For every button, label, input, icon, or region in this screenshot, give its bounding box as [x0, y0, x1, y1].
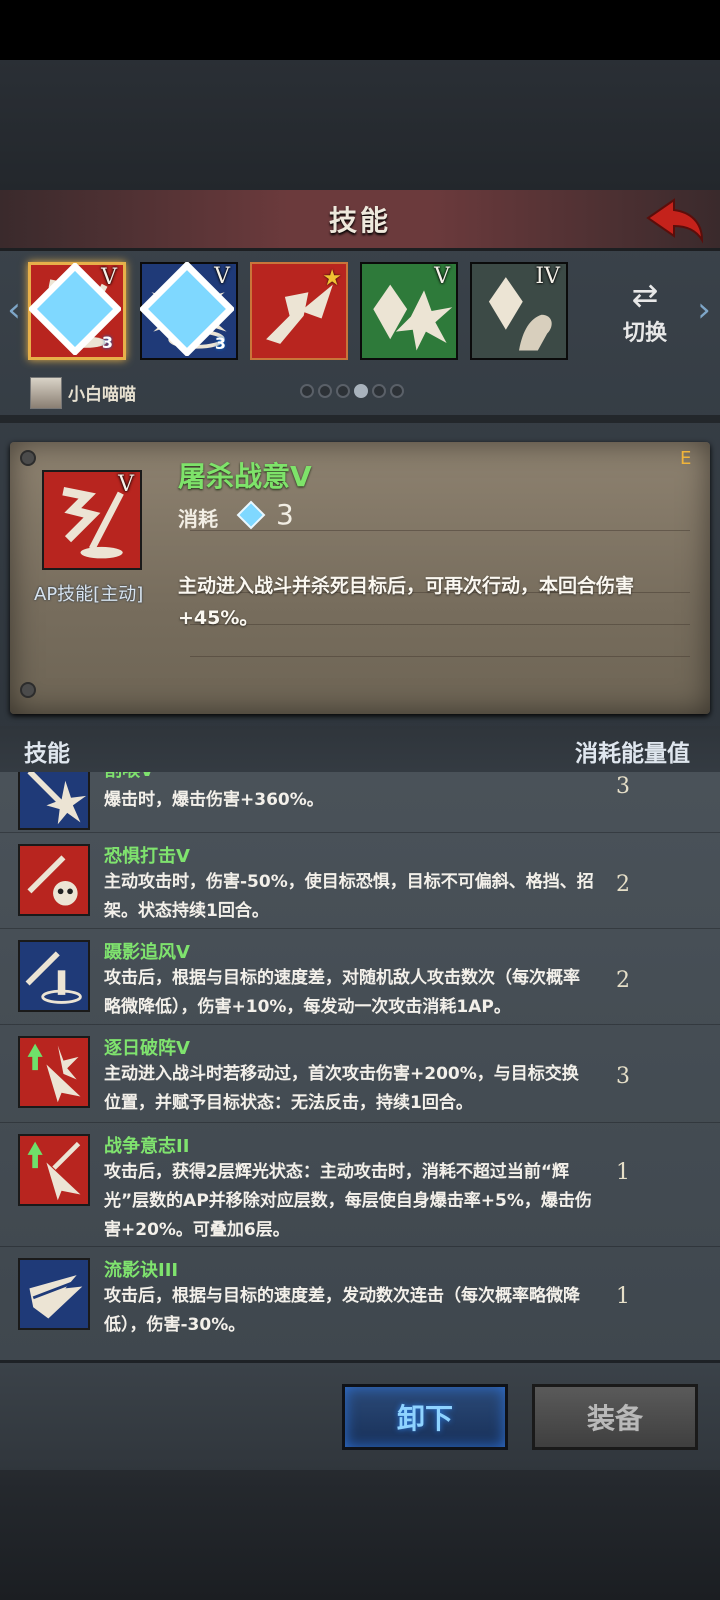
skill-slot-4[interactable]: V [360, 262, 458, 360]
list-item[interactable]: 战争意志II 攻击后，获得2层辉光状态：主动攻击时，消耗不超过当前“辉光”层数的… [0, 1122, 720, 1247]
skill-description: 主动攻击时，伤害-50%，使目标恐惧，目标不可偏斜、格挡、招架。状态持续1回合。 [104, 872, 594, 921]
cost-label: 消耗 [178, 507, 218, 531]
page-dot[interactable] [390, 384, 404, 398]
flowing-shadow-icon [18, 1258, 90, 1330]
skill-type-label: AP技能[主动] [34, 584, 144, 605]
page-title: 技能 [328, 204, 391, 237]
page-dot[interactable] [300, 384, 314, 398]
skill-slot-1[interactable]: V 3 [28, 262, 126, 360]
skill-name: 流影诀III [104, 1260, 179, 1281]
star-icon: ★ [322, 266, 342, 291]
skill-name: 割喉V [104, 772, 154, 782]
sun-breaker-icon [18, 1036, 90, 1108]
slot-gem-count: 3 [101, 333, 113, 352]
fear-strike-icon [18, 844, 90, 916]
skill-name: 蹑影追风V [104, 942, 190, 963]
title-bar: 技能 [0, 190, 720, 251]
avatar[interactable] [30, 377, 62, 409]
equip-button[interactable]: 装备 [532, 1384, 698, 1450]
page-dot[interactable] [354, 384, 368, 398]
detail-skill-icon: V [42, 470, 142, 570]
slot-level: V [434, 264, 450, 289]
owner-name: 小白喵喵 [68, 385, 136, 405]
ruled-line [190, 530, 690, 531]
skill-list[interactable]: 割喉V 爆击时，爆击伤害+360%。 3 恐惧打击V 主动攻击时，伤害-50%，… [0, 772, 720, 1360]
slot-gem-count: 3 [214, 334, 226, 353]
switch-button[interactable]: ⇄ 切换 [610, 275, 680, 355]
grade-badge: E [680, 448, 692, 469]
skill-description: 攻击后，获得2层辉光状态：主动攻击时，消耗不超过当前“辉光”层数的AP并移除对应… [104, 1162, 592, 1240]
gem-icon [236, 500, 266, 530]
list-item[interactable]: 逐日破阵V 主动进入战斗时若移动过，首次攻击伤害+200%，与目标交换位置，并赋… [0, 1024, 720, 1123]
skill-name: 逐日破阵V [104, 1038, 190, 1059]
ruled-line [190, 656, 690, 657]
skill-description: 攻击后，根据与目标的速度差，对随机敌人攻击数次（每次概率略微降低），伤害+10%… [104, 968, 580, 1017]
list-header-skill: 技能 [24, 741, 70, 767]
skill-slot-3[interactable]: ★ [250, 262, 348, 360]
bolt-decoration [20, 682, 36, 698]
cost-value: 3 [276, 498, 294, 531]
skill-description: 攻击后，根据与目标的速度差，发动数次连击（每次概率略微降低），伤害-30%。 [104, 1286, 580, 1335]
unequip-button[interactable]: 卸下 [342, 1384, 508, 1450]
list-item[interactable]: 流影诀III 攻击后，根据与目标的速度差，发动数次连击（每次概率略微降低），伤害… [0, 1246, 720, 1360]
background-top [0, 60, 720, 190]
equip-label: 装备 [586, 1402, 643, 1435]
skill-cost: 3 [616, 1064, 630, 1089]
skill-cost: 1 [616, 1160, 630, 1185]
list-item[interactable]: 恐惧打击V 主动攻击时，伤害-50%，使目标恐惧，目标不可偏斜、格挡、招架。状态… [0, 832, 720, 929]
skill-cost: 2 [616, 872, 630, 897]
bolt-decoration [20, 450, 36, 466]
unequip-label: 卸下 [396, 1402, 453, 1435]
slot-level: IV [535, 264, 560, 289]
page-dot[interactable] [372, 384, 386, 398]
skill-slot-5[interactable]: IV [470, 262, 568, 360]
skill-description: 主动进入战斗时若移动过，首次攻击伤害+200%，与目标交换位置，并赋予目标状态：… [104, 1064, 579, 1113]
skill-cost: 3 [616, 774, 630, 799]
list-item[interactable]: 蹑影追风V 攻击后，根据与目标的速度差，对随机敌人攻击数次（每次概率略微降低），… [0, 928, 720, 1025]
swap-icon: ⇄ [631, 276, 659, 314]
throat-cut-icon [18, 772, 90, 830]
page-dot[interactable] [336, 384, 350, 398]
skill-name: 战争意志II [104, 1136, 190, 1157]
page-dot[interactable] [318, 384, 332, 398]
list-item[interactable]: 割喉V 爆击时，爆击伤害+360%。 3 [0, 772, 720, 833]
skill-slot-2[interactable]: V 3 [140, 262, 238, 360]
pagination-dots [300, 384, 404, 398]
background-bottom [0, 1470, 720, 1600]
list-header-cost: 消耗能量值 [575, 741, 690, 767]
skill-cost: 2 [616, 968, 630, 993]
skill-description: 爆击时，爆击伤害+360%。 [104, 790, 324, 810]
skill-name: 恐惧打击V [104, 846, 190, 867]
war-will-icon [18, 1134, 90, 1206]
skill-cost: 1 [616, 1284, 630, 1309]
skill-description: 主动进入战斗并杀死目标后，可再次行动，本回合伤害+45%。 [178, 575, 635, 629]
divider [0, 415, 720, 423]
switch-label: 切换 [622, 321, 667, 346]
skill-name: 屠杀战意V [178, 460, 312, 493]
status-bar [0, 0, 720, 60]
back-arrow-icon[interactable] [644, 194, 706, 244]
detail-level: V [118, 472, 134, 497]
shadow-wind-icon [18, 940, 90, 1012]
next-arrow-icon[interactable]: › [694, 290, 714, 330]
prev-arrow-icon[interactable]: ‹ [4, 290, 24, 330]
